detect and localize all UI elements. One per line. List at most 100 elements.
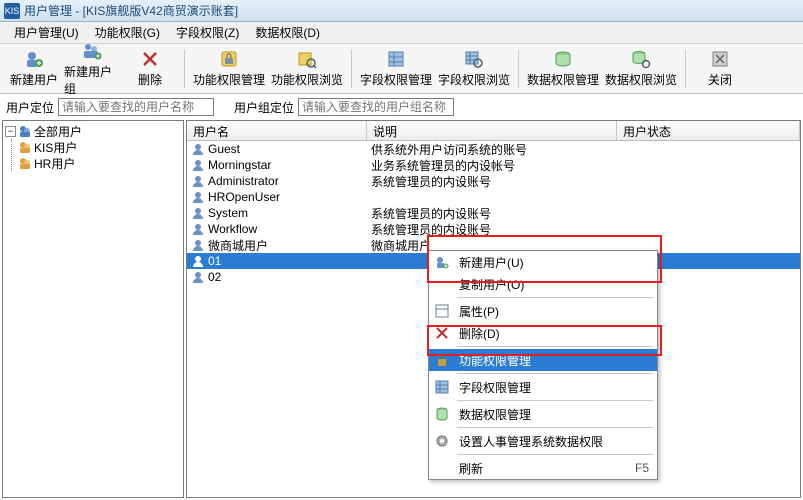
col-header-desc[interactable]: 说明 [367,121,617,140]
menu-item-label: 功能权限管理 [459,352,531,369]
menu-separator [457,454,653,455]
func-perm-browse-icon [297,49,317,69]
toolbar: 新建用户新建用户组删除功能权限管理功能权限浏览字段权限管理字段权限浏览数据权限管… [0,44,803,94]
grid-header: 用户名 说明 用户状态 [187,121,800,141]
toolbar-label: 字段权限管理 [360,71,432,88]
users-icon [18,156,32,170]
toolbar-data-perm-browse-button[interactable]: 数据权限浏览 [603,46,679,92]
toolbar-separator [685,50,686,88]
data-perm-browse-icon [631,49,651,69]
toolbar-label: 新建用户 [10,71,58,88]
menu-item-data-perm[interactable]: 数据权限管理 [429,403,657,425]
user-locate-input[interactable] [58,98,214,116]
menu-item-field-perm[interactable]: 字段权限管理 [429,376,657,398]
tree-root-label: 全部用户 [34,123,82,140]
toolbar-label: 字段权限浏览 [438,71,510,88]
table-row[interactable]: Workflow系统管理员的内设账号 [187,221,800,237]
cell-username: Morningstar [208,158,271,172]
col-header-username[interactable]: 用户名 [187,121,367,140]
cell-desc: 供系统外用户访问系统的账号 [367,141,617,158]
tree-collapse-icon[interactable]: − [5,126,16,137]
new-group-icon [82,41,102,61]
gear-sm-icon [433,432,451,450]
titlebar: KIS 用户管理 - [KIS旗舰版V42商贸演示账套] [0,0,803,22]
toolbar-delete-button[interactable]: 删除 [122,46,178,92]
toolbar-field-perm-browse-button[interactable]: 字段权限浏览 [436,46,512,92]
toolbar-label: 数据权限管理 [527,71,599,88]
toolbar-label: 功能权限管理 [193,71,265,88]
user-icon [191,270,205,284]
user-locate-label: 用户定位 [6,99,54,116]
cell-username: Guest [208,142,240,156]
user-icon [191,158,205,172]
tree-item-hr[interactable]: HR用户 [18,155,181,171]
user-icon [191,142,205,156]
menu-item-label: 属性(P) [459,303,499,320]
cell-username: 微商城用户 [208,237,268,254]
menu-item-label: 设置人事管理系统数据权限 [459,433,603,450]
toolbar-label: 删除 [138,71,162,88]
menu-item-func-perm[interactable]: 功能权限管理 [429,349,657,371]
user-tree: − 全部用户 KIS用户 HR用户 [2,120,184,498]
db-icon [433,405,451,423]
menu-shortcut: F5 [635,461,649,475]
toolbar-label: 数据权限浏览 [605,71,677,88]
toolbar-data-perm-button[interactable]: 数据权限管理 [525,46,601,92]
menu-separator [457,373,653,374]
func-perm-icon [219,49,239,69]
tree-item-kis[interactable]: KIS用户 [18,139,181,155]
users-icon [18,124,32,138]
menu-user-manage[interactable]: 用户管理(U) [6,22,87,43]
toolbar-new-group-button[interactable]: 新建用户组 [64,46,120,92]
cell-desc: 系统管理员的内设账号 [367,205,617,222]
table-row[interactable]: System 系统管理员的内设账号 [187,205,800,221]
toolbar-label: 新建用户组 [64,63,120,97]
toolbar-new-user-button[interactable]: 新建用户 [6,46,62,92]
menu-item-new-user[interactable]: 新建用户(U) [429,251,657,273]
tree-root[interactable]: − 全部用户 [5,123,181,139]
menu-item-label: 删除(D) [459,325,500,342]
new-user-icon [24,49,44,69]
cell-username: 02 [208,270,221,284]
menu-separator [457,297,653,298]
lock-icon [433,351,451,369]
toolbar-separator [184,50,185,88]
toolbar-label: 功能权限浏览 [271,71,343,88]
col-header-status[interactable]: 用户状态 [617,121,800,140]
menu-item-hr-data-perm[interactable]: 设置人事管理系统数据权限 [429,430,657,452]
toolbar-close-button[interactable]: 关闭 [692,46,748,92]
user-icon [191,206,205,220]
tree-item-label: HR用户 [34,155,75,172]
menu-item-label: 数据权限管理 [459,406,531,423]
menu-item-copy-user[interactable]: 复制用户(O) [429,273,657,295]
toolbar-separator [351,50,352,88]
menu-item-delete[interactable]: 删除(D) [429,322,657,344]
cell-desc: 系统管理员的内设账号 [367,173,617,190]
toolbar-func-perm-button[interactable]: 功能权限管理 [191,46,267,92]
app-logo-icon: KIS [4,3,20,19]
table-row[interactable]: HROpenUser [187,189,800,205]
user-icon [191,190,205,204]
table-row[interactable]: Morningstar业务系统管理员的内设帐号 [187,157,800,173]
menu-item-label: 复制用户(O) [459,276,524,293]
menu-data-perm[interactable]: 数据权限(D) [247,22,328,43]
toolbar-label: 关闭 [708,71,732,88]
toolbar-func-perm-browse-button[interactable]: 功能权限浏览 [269,46,345,92]
toolbar-separator [518,50,519,88]
table-row[interactable]: Guest 供系统外用户访问系统的账号 [187,141,800,157]
table-row[interactable]: Administrator系统管理员的内设账号 [187,173,800,189]
group-locate-label: 用户组定位 [234,99,294,116]
menu-item-props[interactable]: 属性(P) [429,300,657,322]
cell-username: HROpenUser [208,190,280,204]
menu-item-refresh[interactable]: 刷新F5 [429,457,657,479]
cell-username: System [208,206,248,220]
menu-field-perm[interactable]: 字段权限(Z) [168,22,247,43]
group-locate-input[interactable] [298,98,454,116]
menu-item-label: 字段权限管理 [459,379,531,396]
menu-separator [457,346,653,347]
delete-icon [140,49,160,69]
user-icon [191,222,205,236]
user-icon [191,174,205,188]
blank-icon [433,459,451,477]
toolbar-field-perm-button[interactable]: 字段权限管理 [358,46,434,92]
